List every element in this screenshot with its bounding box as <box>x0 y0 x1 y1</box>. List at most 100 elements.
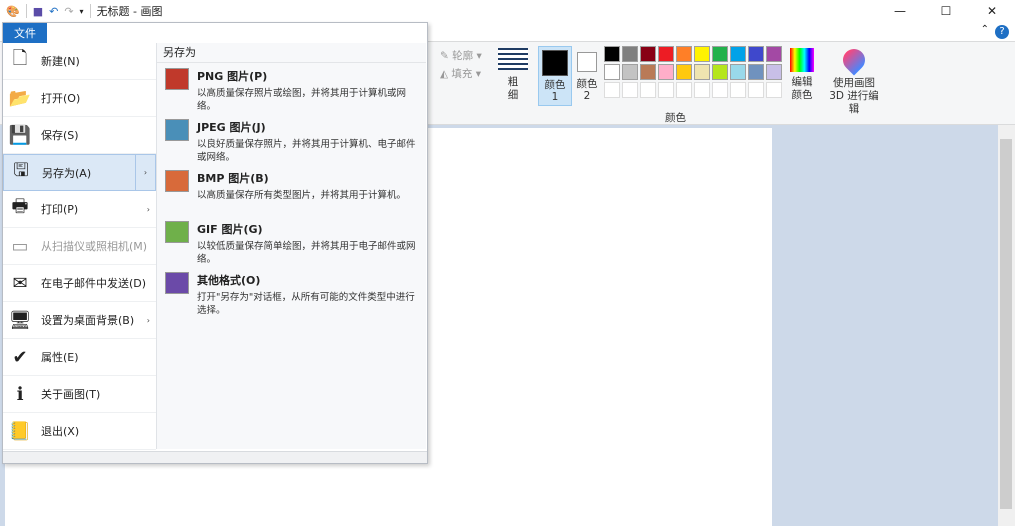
outline-button[interactable]: ✎ 轮廓 ▾ <box>440 48 482 63</box>
color-swatch[interactable] <box>676 82 692 98</box>
menu-item-label: 新建(N) <box>41 55 80 68</box>
color-swatch[interactable] <box>694 64 710 80</box>
save-as-option[interactable]: 其他格式(O) 打开"另存为"对话框，从所有可能的文件类型中进行选择。 <box>157 267 426 318</box>
color-swatch[interactable] <box>748 64 764 80</box>
color-swatch[interactable] <box>622 82 638 98</box>
color-swatch[interactable] <box>658 82 674 98</box>
color-swatch[interactable] <box>604 82 620 98</box>
color2-button[interactable]: 颜色 2 <box>575 46 599 102</box>
file-menu-commands: 🗋 新建(N) 📂 打开(O) 💾 保存(S) 🖫 另存为(A) › 🖶 打印(P) › ▭ 从扫描仪或照… <box>3 43 156 451</box>
color-swatch[interactable] <box>766 64 782 80</box>
color-swatch[interactable] <box>712 82 728 98</box>
menu-item-label: 关于画图(T) <box>41 388 101 401</box>
save-as-option[interactable]: GIF 图片(G) 以较低质量保存简单绘图，并将其用于电子邮件或网络。 <box>157 216 426 267</box>
option-title: PNG 图片(P) <box>197 70 268 83</box>
color1-swatch <box>542 50 568 76</box>
color-swatch[interactable] <box>640 64 656 80</box>
menu-item-exit[interactable]: 📒 退出(X) <box>3 413 156 450</box>
help-icon[interactable]: ? <box>995 25 1009 39</box>
paint3d-label: 使用画图 3D 进行编辑 <box>829 77 879 115</box>
color-swatch[interactable] <box>658 46 674 62</box>
title-bar: 🎨 ■ ↶ ↷ ▾ 无标题 - 画图 — ☐ ✕ <box>0 0 1015 22</box>
submenu-arrow-icon: › <box>146 315 150 325</box>
undo-icon[interactable]: ↶ <box>49 5 58 18</box>
option-title: 其他格式(O) <box>197 274 261 287</box>
close-button[interactable]: ✕ <box>969 0 1015 22</box>
customize-toolbar-icon[interactable]: ▾ <box>80 7 84 16</box>
edit-colors-label: 编辑颜色 <box>791 76 813 101</box>
color1-button[interactable]: 颜色 1 <box>538 46 572 106</box>
size-label: 粗细 <box>507 76 519 101</box>
color-swatch[interactable] <box>748 46 764 62</box>
open-folder-icon: 📂 <box>8 87 32 109</box>
color-swatch[interactable] <box>622 64 638 80</box>
color-swatch[interactable] <box>640 46 656 62</box>
collapse-ribbon-icon[interactable]: ⌃ <box>981 24 989 35</box>
color-swatch[interactable] <box>676 46 692 62</box>
menu-item-save-as[interactable]: 🖫 另存为(A) › <box>3 154 156 191</box>
menu-footer <box>3 451 427 463</box>
color-swatch[interactable] <box>604 46 620 62</box>
save-as-panel: 另存为 PNG 图片(P) 以高质量保存照片或绘图，并将其用于计算机或网络。 JPE… <box>156 43 426 449</box>
color-swatch[interactable] <box>640 82 656 98</box>
menu-item-checkmark[interactable]: ✔ 属性(E) <box>3 339 156 376</box>
vertical-scrollbar[interactable] <box>998 125 1015 526</box>
color-swatch[interactable] <box>694 46 710 62</box>
menu-item-printer[interactable]: 🖶 打印(P) › <box>3 191 156 228</box>
menu-item-label: 打印(P) <box>41 203 79 216</box>
file-tab[interactable]: 文件 <box>3 23 47 43</box>
color-swatch[interactable] <box>694 82 710 98</box>
new-file-icon: 🗋 <box>12 48 28 69</box>
printer-icon: 🖶 <box>11 196 29 217</box>
color-swatch[interactable] <box>658 64 674 80</box>
save-as-option[interactable]: BMP 图片(B) 以高质量保存所有类型图片，并将其用于计算机。 <box>157 165 426 216</box>
line-size-icon <box>498 48 528 70</box>
paint3d-button[interactable]: 使用画图 3D 进行编辑 <box>826 44 882 116</box>
menu-item-scanner[interactable]: ▭ 从扫描仪或照相机(M) <box>3 228 156 265</box>
menu-item-label: 退出(X) <box>41 425 80 438</box>
menu-item-save[interactable]: 💾 保存(S) <box>3 117 156 154</box>
desktop-background-icon: 🖥 <box>8 309 32 331</box>
color-spectrum-icon <box>790 48 814 72</box>
other-formats-icon <box>165 272 189 294</box>
jpeg-icon <box>165 119 189 141</box>
save-as-icon: 🖫 <box>13 159 29 181</box>
option-description: 以高质量保存所有类型图片，并将其用于计算机。 <box>197 190 407 201</box>
edit-colors-button[interactable]: 编辑颜色 <box>787 46 817 102</box>
color-swatch[interactable] <box>676 64 692 80</box>
minimize-button[interactable]: — <box>877 0 923 22</box>
fill-label: 填充 <box>451 68 473 80</box>
maximize-button[interactable]: ☐ <box>923 0 969 22</box>
color-swatch[interactable] <box>766 46 782 62</box>
bmp-icon <box>165 170 189 192</box>
color-swatch[interactable] <box>712 46 728 62</box>
size-button[interactable]: 粗细 <box>498 48 528 102</box>
paint-app-icon: 🎨 <box>6 4 20 18</box>
menu-item-label: 打开(O) <box>41 92 81 105</box>
fill-button[interactable]: ◭ 填充 ▾ <box>440 66 481 81</box>
color-swatch[interactable] <box>712 64 728 80</box>
color-swatch[interactable] <box>766 82 782 98</box>
submenu-arrow-icon: › <box>135 155 155 190</box>
color-swatch[interactable] <box>730 46 746 62</box>
color-swatch[interactable] <box>748 82 764 98</box>
menu-item-label: 在电子邮件中发送(D) <box>41 277 147 290</box>
color-swatch[interactable] <box>604 64 620 80</box>
divider <box>25 4 27 18</box>
save-as-option[interactable]: PNG 图片(P) 以高质量保存照片或绘图，并将其用于计算机或网络。 <box>157 63 426 114</box>
email-icon: ✉ <box>12 272 28 294</box>
save-as-option[interactable]: JPEG 图片(J) 以良好质量保存照片，并将其用于计算机、电子邮件或网络。 <box>157 114 426 165</box>
divider <box>89 4 91 18</box>
menu-item-email[interactable]: ✉ 在电子邮件中发送(D) <box>3 265 156 302</box>
menu-item-new-file[interactable]: 🗋 新建(N) <box>3 43 156 80</box>
menu-item-info[interactable]: ℹ 关于画图(T) <box>3 376 156 413</box>
color-swatch[interactable] <box>730 64 746 80</box>
scrollbar-thumb[interactable] <box>1000 139 1012 509</box>
redo-icon[interactable]: ↷ <box>64 5 73 18</box>
color-swatch[interactable] <box>622 46 638 62</box>
save-icon[interactable]: ■ <box>33 5 43 18</box>
menu-item-open-folder[interactable]: 📂 打开(O) <box>3 80 156 117</box>
menu-item-desktop-background[interactable]: 🖥 设置为桌面背景(B) › <box>3 302 156 339</box>
color-swatch[interactable] <box>730 82 746 98</box>
submenu-arrow-icon: › <box>146 204 150 214</box>
